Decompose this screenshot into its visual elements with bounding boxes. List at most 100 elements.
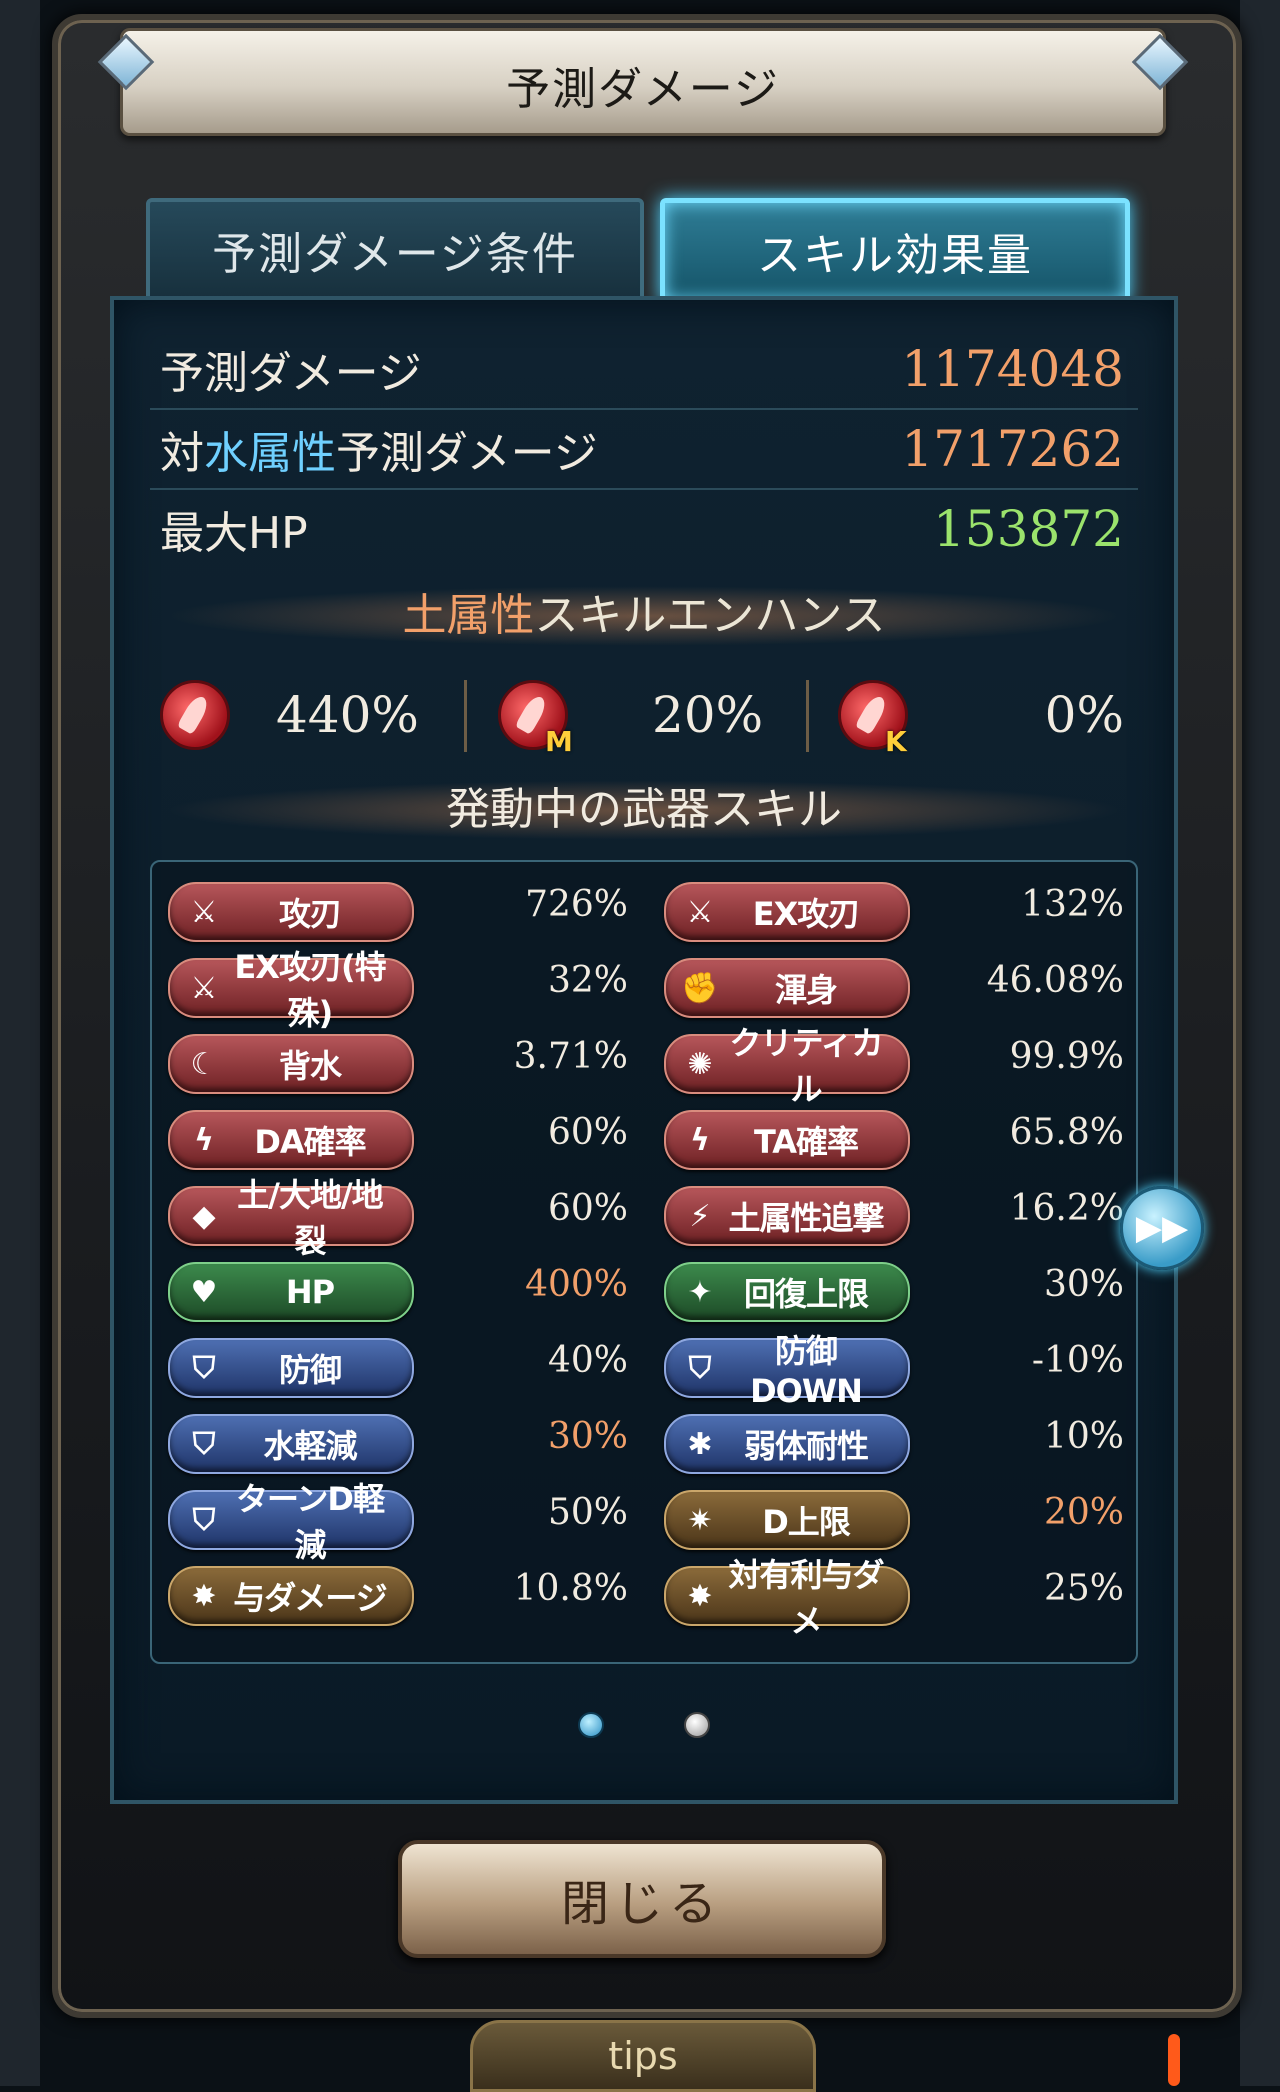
weapon-skill-item: ✸ 与ダメージ 10.8%: [168, 1566, 628, 1626]
next-page-button[interactable]: ▶▶: [1120, 1186, 1204, 1270]
weapon-skill-item: ⛉ 防御DOWN -10%: [664, 1332, 1124, 1410]
weapon-skill-item: ✱ 弱体耐性 10%: [664, 1414, 1124, 1474]
weapon-skill-value: 30%: [1043, 1264, 1124, 1305]
weapon-skill-name: 弱体耐性: [743, 1427, 869, 1465]
earth-skill-magna-icon: M: [498, 680, 573, 758]
enhance-normal-value: 440%: [276, 686, 419, 744]
water-element-text: 水属性: [204, 428, 336, 479]
crescent-icon: ☾: [190, 1046, 218, 1082]
broken-shield-icon: ⛉: [688, 1350, 712, 1386]
weapon-skill-name: ターンD軽減: [236, 1480, 385, 1564]
weapon-skill-item: ◆ 土/大地/地裂 60%: [168, 1176, 628, 1260]
tab-skill-effects[interactable]: スキル効果量: [660, 198, 1130, 304]
vs-water-damage-value: 1717262: [901, 420, 1124, 478]
weapon-skill-name: HP: [285, 1273, 335, 1311]
weapon-skill-badge: ✦ 回復上限: [664, 1262, 910, 1322]
enhance-magna: M 20%: [498, 660, 798, 770]
tab-damage-conditions[interactable]: 予測ダメージ条件: [146, 198, 644, 302]
predicted-damage-row: 予測ダメージ 1174048: [150, 330, 1138, 410]
skill-enhance-title: 土属性スキルエンハンス: [164, 586, 1124, 646]
max-hp-row: 最大HP 153872: [150, 490, 1138, 568]
earth-element-text: 土属性: [402, 590, 535, 641]
weapon-skill-badge: ✷ D上限: [664, 1490, 910, 1550]
weapon-skill-value: 132%: [1021, 884, 1124, 925]
predicted-damage-label: 予測ダメージ: [160, 348, 422, 399]
weapon-skill-value: 60%: [547, 1188, 628, 1229]
weapon-skill-badge: ✺ クリティカル: [664, 1024, 910, 1108]
weapon-skill-item: ⛉ 水軽減 30%: [168, 1414, 628, 1474]
enhance-kaijin-value: 0%: [1044, 686, 1124, 744]
close-button[interactable]: 閉じる: [398, 1840, 886, 1958]
enhance-badge: K: [885, 725, 907, 758]
weapon-skill-name: EX攻刃: [752, 895, 861, 933]
divider: [806, 680, 809, 752]
weapon-skill-item: ☾ 背水 3.71%: [168, 1034, 628, 1094]
sword-icon: ⚔: [190, 894, 218, 930]
weapon-skill-item: ✺ クリティカル 99.9%: [664, 1024, 1124, 1108]
weapon-skill-name: D上限: [762, 1503, 851, 1541]
weapon-skill-value: 3.71%: [513, 1036, 628, 1077]
sword-icon: ⚔: [190, 970, 218, 1006]
weapon-skill-item: ✦ 回復上限 30%: [664, 1262, 1124, 1322]
weapon-skill-badge: ⚔ EX攻刃(特殊): [168, 948, 414, 1032]
page-dot-1[interactable]: [578, 1712, 604, 1738]
weapon-skill-value: 99.9%: [1009, 1036, 1124, 1077]
skill-enhance-row: 440% M 20% K 0%: [150, 660, 1138, 770]
earth-drop-icon: ◆: [192, 1198, 216, 1234]
vs-water-damage-row: 対水属性予測ダメージ 1717262: [150, 410, 1138, 490]
weapon-skill-value: 400%: [525, 1264, 628, 1305]
skill-effects-panel: 予測ダメージ 1174048 対水属性予測ダメージ 1717262 最大HP 1…: [110, 296, 1178, 1804]
weapon-skill-item: ⚔ 攻刃 726%: [168, 882, 628, 942]
shield-icon: ⛉: [192, 1502, 216, 1538]
sparkle-icon: ✦: [687, 1274, 713, 1310]
double-strike-icon: ϟ: [194, 1122, 214, 1158]
dialog-title: 予測ダメージ: [506, 64, 780, 115]
enhance-kaijin: K 0%: [838, 660, 1138, 770]
weapon-skill-value: 20%: [1043, 1492, 1124, 1533]
weapon-skill-name: 渾身: [774, 971, 838, 1009]
background-left: [0, 0, 40, 2086]
weapon-skill-value: 10.8%: [513, 1568, 628, 1609]
weapon-skill-badge: ⛉ 防御DOWN: [664, 1332, 910, 1410]
weapon-skill-name: 防御: [278, 1351, 342, 1389]
heart-icon: ♥: [190, 1274, 218, 1310]
enhance-title-suffix: スキルエンハンス: [534, 590, 886, 641]
predicted-damage-value: 1174048: [901, 340, 1124, 398]
weapon-skill-name: EX攻刃(特殊): [234, 948, 386, 1032]
weapon-skill-item: ϟ DA確率 60%: [168, 1110, 628, 1170]
sword-icon: ⚔: [686, 894, 714, 930]
weapon-skill-value: 726%: [525, 884, 628, 925]
weapon-skill-item: ⚡ 土属性追撃 16.2%: [664, 1186, 1124, 1246]
triple-strike-icon: ϟ: [690, 1122, 710, 1158]
weapon-skills-list: ⚔ 攻刃 726% ⚔ EX攻刃(特殊) 32% ☾ 背水 3.71% ϟ DA確率 60% ◆ 土/大地…: [150, 860, 1138, 1664]
dialog-header: 予測ダメージ: [120, 28, 1166, 136]
weapon-skill-value: 50%: [547, 1492, 628, 1533]
weapon-skill-name: 土属性追撃: [728, 1199, 884, 1237]
arm-icon: ✊: [681, 970, 719, 1006]
weapon-skill-item: ⚔ EX攻刃(特殊) 32%: [168, 948, 628, 1032]
tips-button[interactable]: tips: [470, 2020, 816, 2092]
weapon-skill-name: 防御DOWN: [750, 1332, 863, 1410]
divider: [464, 680, 467, 752]
weapon-skill-item: ✊ 渾身 46.08%: [664, 958, 1124, 1018]
label-prefix: 対: [160, 428, 204, 479]
weapon-skill-value: -10%: [1031, 1340, 1124, 1381]
tips-label: tips: [608, 2034, 678, 2078]
pagination-dots: [114, 1712, 1174, 1742]
weapon-skill-item: ⛉ ターンD軽減 50%: [168, 1480, 628, 1564]
weapon-skill-name: TA確率: [753, 1123, 859, 1161]
weapon-skill-badge: ⛉ ターンD軽減: [168, 1480, 414, 1564]
weapon-skill-name: クリティカル: [729, 1024, 883, 1108]
critical-icon: ✺: [687, 1046, 713, 1082]
weapon-skill-name: 背水: [278, 1047, 342, 1085]
weapon-skill-item: ♥ HP 400%: [168, 1262, 628, 1322]
cap-burst-icon: ✷: [687, 1502, 713, 1538]
weapon-skill-name: 対有利与ダメ: [728, 1556, 884, 1640]
shield-icon: ⛉: [192, 1426, 216, 1462]
page-dot-2[interactable]: [684, 1712, 710, 1738]
weapon-skill-badge: ◆ 土/大地/地裂: [168, 1176, 414, 1260]
burst-icon: ✸: [687, 1578, 713, 1614]
weapon-skill-value: 32%: [547, 960, 628, 1001]
weapon-skill-item: ⚔ EX攻刃 132%: [664, 882, 1124, 942]
weapon-skill-badge: ⚔ 攻刃: [168, 882, 414, 942]
